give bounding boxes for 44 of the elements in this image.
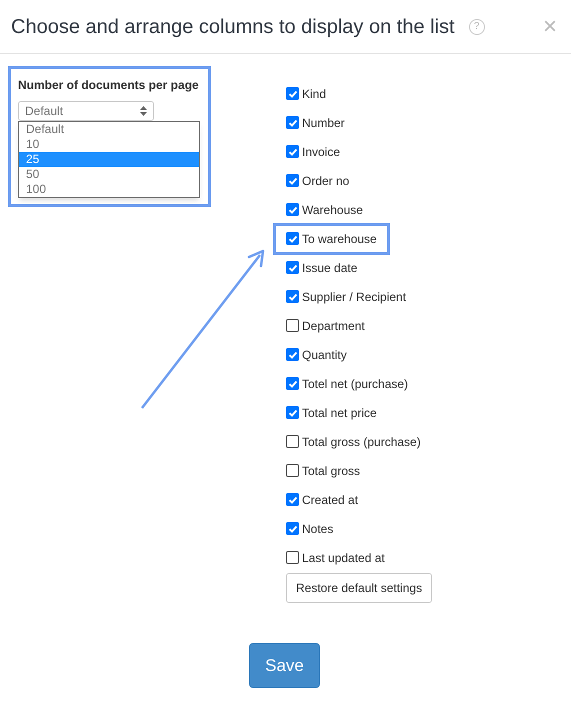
checkbox[interactable] [286, 232, 299, 245]
restore-default-button[interactable]: Restore default settings [286, 573, 432, 603]
sort-arrows-icon [140, 106, 147, 116]
dropdown-option[interactable]: 100 [19, 182, 199, 197]
per-page-label: Number of documents per page [18, 77, 200, 94]
checkbox[interactable] [286, 290, 299, 303]
checkbox[interactable] [286, 116, 299, 129]
column-option[interactable]: Supplier / Recipient [273, 280, 420, 312]
checkbox[interactable] [286, 261, 299, 274]
per-page-select[interactable]: Default [18, 101, 154, 121]
column-option[interactable]: Quantity [273, 338, 360, 370]
column-option[interactable]: To warehouse [273, 222, 390, 254]
dropdown-option[interactable]: Default [19, 122, 199, 137]
column-option[interactable]: Number [273, 106, 358, 138]
dropdown-option[interactable]: 50 [19, 167, 199, 182]
column-option[interactable]: Created at [273, 484, 372, 516]
checkbox[interactable] [286, 203, 299, 216]
checkbox[interactable] [286, 145, 299, 158]
checkbox[interactable] [286, 348, 299, 361]
checkbox[interactable] [286, 87, 299, 100]
checkbox[interactable] [286, 377, 299, 390]
dialog-title: Choose and arrange columns to display on the list [11, 14, 455, 40]
checkbox[interactable] [286, 522, 299, 535]
column-option[interactable]: Issue date [273, 252, 370, 284]
checkbox[interactable] [286, 435, 299, 448]
column-option[interactable]: Warehouse [273, 194, 376, 226]
checkbox[interactable] [286, 464, 299, 477]
dropdown-option[interactable]: 10 [19, 137, 199, 152]
column-option[interactable]: Order no [273, 164, 362, 196]
checkbox[interactable] [286, 551, 299, 564]
column-option[interactable]: Total gross [273, 454, 374, 486]
save-button[interactable]: Save [249, 643, 320, 688]
column-option[interactable]: Total gross (purchase) [273, 426, 434, 458]
column-option[interactable]: Kind [273, 78, 340, 110]
column-option[interactable]: Department [273, 310, 378, 342]
column-option[interactable]: Notes [273, 512, 346, 544]
checkbox[interactable] [286, 174, 299, 187]
column-option[interactable]: Totel net (purchase) [273, 368, 422, 400]
column-option[interactable]: Total net price [273, 396, 390, 428]
column-option[interactable]: Invoice [273, 136, 354, 168]
checkbox[interactable] [286, 406, 299, 419]
checkbox[interactable] [286, 493, 299, 506]
checkbox[interactable] [286, 319, 299, 332]
column-option[interactable]: Last updated at [273, 542, 398, 574]
